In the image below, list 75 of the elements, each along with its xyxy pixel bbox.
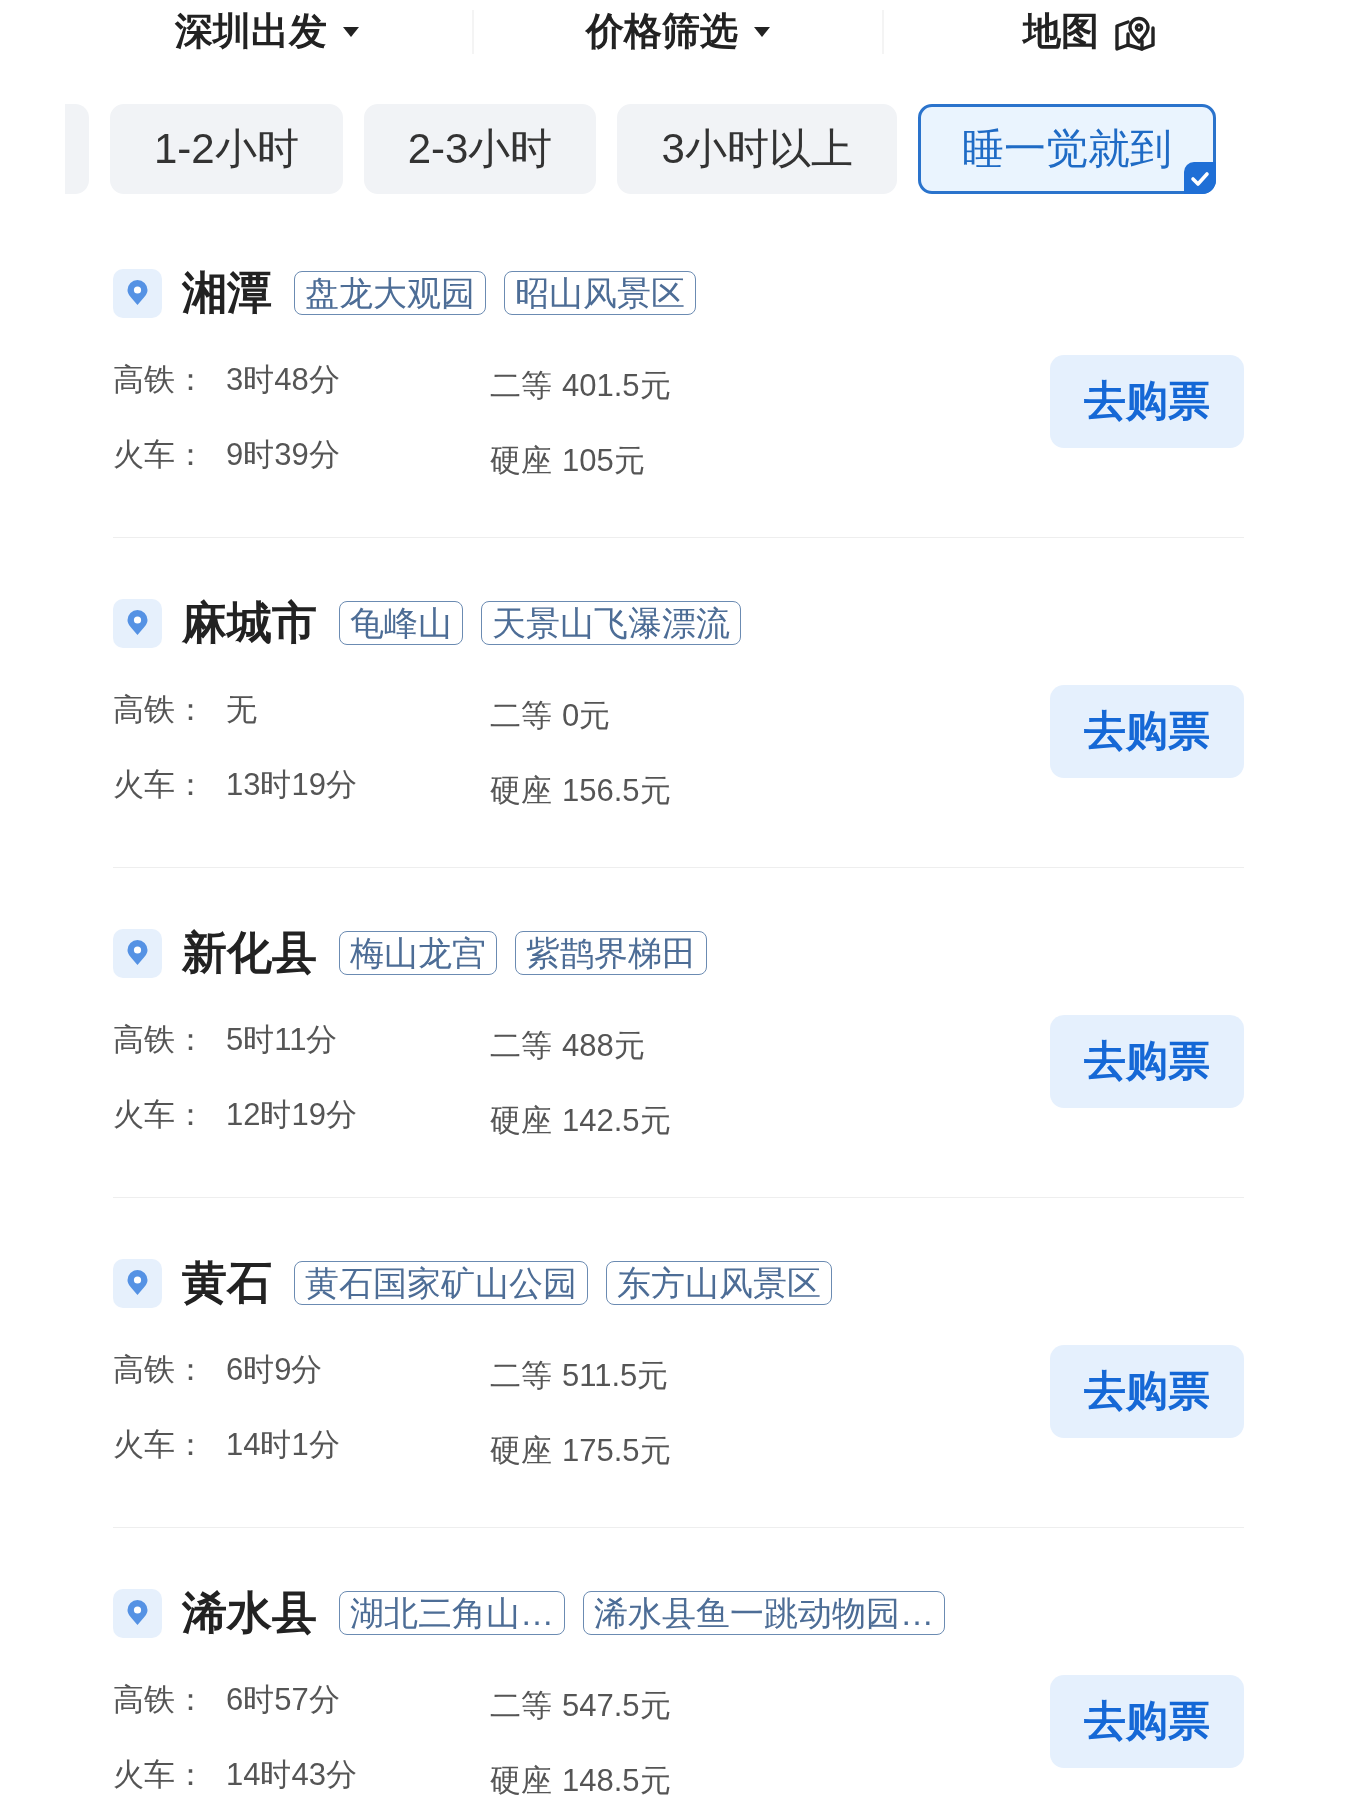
check-icon (1183, 162, 1216, 194)
transport-label: 高铁： (113, 1681, 206, 1719)
location-pin-icon (113, 268, 162, 318)
travel-time: 9时39分 (226, 436, 340, 474)
ticket-price: 142.5元 (562, 1102, 671, 1140)
buy-ticket-button[interactable]: 去购票 (1050, 1675, 1244, 1768)
location-pin-icon (113, 598, 162, 648)
travel-time: 12时19分 (226, 1096, 357, 1134)
ticket-price: 488元 (562, 1027, 645, 1065)
seat-class: 二等 (490, 1687, 552, 1725)
map-button[interactable]: 地图 (1022, 11, 1155, 53)
filter-chip[interactable]: 3小时以上 (617, 104, 897, 194)
attraction-tag: 天景山飞瀑漂流 (481, 600, 741, 646)
seat-class: 硬座 (490, 772, 552, 810)
location-pin-icon (113, 1588, 162, 1638)
ticket-price: 547.5元 (562, 1687, 671, 1725)
city-name: 湘潭 (182, 268, 272, 318)
city-name: 麻城市 (182, 598, 317, 648)
ticket-price: 175.5元 (562, 1432, 671, 1470)
travel-time: 3时48分 (226, 361, 340, 399)
transport-label: 火车： (113, 1096, 206, 1134)
transport-label: 火车： (113, 1426, 206, 1464)
attraction-tag: 盘龙大观园 (294, 270, 486, 316)
dropdown-button[interactable]: 深圳出发 (175, 11, 360, 53)
city-name: 黄石 (182, 1258, 272, 1308)
attraction-tag: 梅山龙宫 (339, 930, 497, 976)
caret-icon (754, 27, 770, 37)
seat-class: 硬座 (490, 442, 552, 480)
seat-class: 二等 (490, 697, 552, 735)
attraction-tag: 东方山风景区 (606, 1260, 832, 1306)
ticket-price: 401.5元 (562, 367, 671, 405)
location-pin-icon (113, 1258, 162, 1308)
transport-label: 高铁： (113, 691, 206, 729)
ticket-price: 156.5元 (562, 772, 671, 810)
filter-chip[interactable]: 1-2小时 (110, 104, 343, 194)
ticket-price: 105元 (562, 442, 645, 480)
transport-label: 火车： (113, 1756, 206, 1794)
seat-class: 硬座 (490, 1102, 552, 1140)
travel-time: 6时9分 (226, 1351, 323, 1389)
seat-class: 硬座 (490, 1432, 552, 1470)
buy-ticket-button[interactable]: 去购票 (1050, 1345, 1244, 1438)
transport-label: 高铁： (113, 361, 206, 399)
buy-ticket-button[interactable]: 去购票 (1050, 1015, 1244, 1108)
travel-time: 13时19分 (226, 766, 357, 804)
travel-time: 6时57分 (226, 1681, 340, 1719)
seat-class: 二等 (490, 367, 552, 405)
travel-time: 5时11分 (226, 1021, 338, 1059)
caret-icon (343, 27, 360, 37)
buy-ticket-button[interactable]: 去购票 (1050, 355, 1244, 448)
attraction-tag: 浠水县鱼一跳动物园… (583, 1590, 945, 1636)
attraction-tag: 紫鹊界梯田 (515, 930, 707, 976)
city-name: 浠水县 (182, 1588, 317, 1638)
transport-label: 高铁： (113, 1021, 206, 1059)
transport-label: 高铁： (113, 1351, 206, 1389)
filter-chip[interactable]: 2-3小时 (363, 104, 597, 194)
transport-label: 火车： (113, 766, 206, 804)
ticket-price: 0元 (562, 697, 611, 735)
seat-class: 二等 (490, 1027, 552, 1065)
transport-label: 火车： (113, 436, 206, 474)
attraction-tag: 龟峰山 (339, 600, 463, 646)
travel-time: 14时1分 (226, 1426, 340, 1464)
filter-chip[interactable]: 睡一觉就到 (917, 104, 1216, 194)
travel-time: 无 (226, 691, 257, 729)
buy-ticket-button[interactable]: 去购票 (1050, 685, 1244, 778)
travel-time: 14时43分 (226, 1756, 357, 1794)
location-pin-icon (113, 928, 162, 978)
seat-class: 硬座 (490, 1762, 552, 1800)
ticket-price: 148.5元 (562, 1762, 671, 1800)
seat-class: 二等 (490, 1357, 552, 1395)
ticket-price: 511.5元 (562, 1357, 669, 1395)
attraction-tag: 昭山风景区 (504, 270, 696, 316)
attraction-tag: 黄石国家矿山公园 (294, 1260, 588, 1306)
city-name: 新化县 (182, 928, 317, 978)
attraction-tag: 湖北三角山… (339, 1590, 565, 1636)
dropdown-button[interactable]: 价格筛选 (586, 11, 770, 53)
